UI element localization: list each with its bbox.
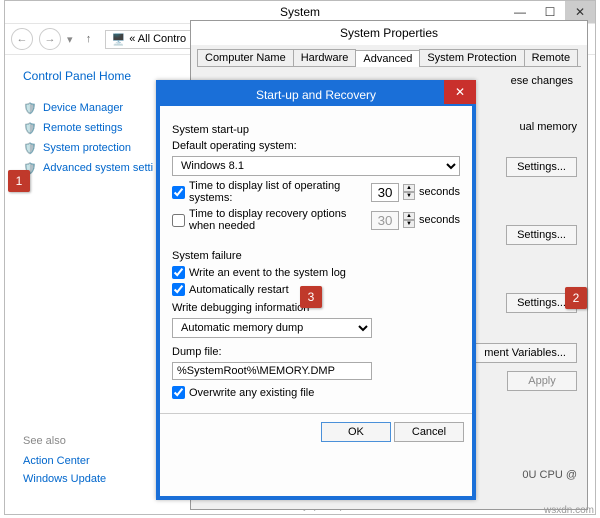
cb-overwrite-label: Overwrite any existing file xyxy=(189,387,314,399)
cancel-button[interactable]: Cancel xyxy=(394,422,464,442)
system-window-title: System xyxy=(280,5,320,19)
spinner[interactable]: ▲▼ xyxy=(403,184,415,200)
close-button[interactable]: ✕ xyxy=(444,80,476,104)
cb-write-event[interactable] xyxy=(172,266,185,279)
see-also-heading: See also xyxy=(23,435,175,447)
sidebar-item-label: System protection xyxy=(43,142,131,154)
system-properties-title: System Properties xyxy=(191,21,587,45)
arrow-left-icon: ← xyxy=(17,33,28,45)
cb-time-list-label: Time to display list of operating system… xyxy=(189,180,371,204)
startup-body: System start-up Default operating system… xyxy=(160,106,472,413)
callout-1: 1 xyxy=(8,170,30,192)
callout-3: 3 xyxy=(300,286,322,308)
watermark: wsxdn.com xyxy=(544,505,594,516)
settings-button-1[interactable]: Settings... xyxy=(506,157,577,177)
ok-button[interactable]: OK xyxy=(321,422,391,442)
see-also-label: Windows Update xyxy=(23,473,106,485)
breadcrumb-text: « All Contro xyxy=(129,33,186,45)
tab-system-protection[interactable]: System Protection xyxy=(419,49,524,66)
forward-button[interactable]: → xyxy=(39,28,61,50)
group-system-failure: System failure xyxy=(172,250,460,262)
cpu-fragment: 0U CPU @ xyxy=(522,469,577,481)
time-recovery-value xyxy=(371,211,399,230)
see-also-windows-update[interactable]: Windows Update xyxy=(23,473,175,485)
cb-time-list[interactable] xyxy=(172,186,185,199)
callout-2: 2 xyxy=(565,287,587,309)
sidebar-item-system-protection[interactable]: 🛡️ System protection xyxy=(23,141,175,155)
tab-hardware[interactable]: Hardware xyxy=(293,49,357,66)
arrow-up-icon: ↑ xyxy=(86,33,92,45)
seconds-label: seconds xyxy=(419,186,460,198)
back-button[interactable]: ← xyxy=(11,28,33,50)
tab-remote[interactable]: Remote xyxy=(524,49,579,66)
shield-icon: 🛡️ xyxy=(23,121,37,135)
shield-icon: 🛡️ xyxy=(23,101,37,115)
sidebar-item-label: Device Manager xyxy=(43,102,123,114)
cb-auto-restart[interactable] xyxy=(172,283,185,296)
sidebar-item-device-manager[interactable]: 🛡️ Device Manager xyxy=(23,101,175,115)
seconds-label: seconds xyxy=(419,214,460,226)
monitor-icon: 🖥️ xyxy=(112,33,126,46)
sidebar-item-label: Advanced system setti xyxy=(43,162,153,174)
cb-overwrite[interactable] xyxy=(172,386,185,399)
tab-computer-name[interactable]: Computer Name xyxy=(197,49,294,66)
chevron-down-icon[interactable]: ▾ xyxy=(67,33,73,46)
dump-file-input[interactable] xyxy=(172,362,372,380)
cb-write-event-label: Write an event to the system log xyxy=(189,267,346,279)
default-os-select[interactable]: Windows 8.1 xyxy=(172,156,460,176)
default-os-label: Default operating system: xyxy=(172,140,460,152)
up-button[interactable]: ↑ xyxy=(79,29,99,49)
close-icon: ✕ xyxy=(455,85,465,99)
cb-time-recovery[interactable] xyxy=(172,214,185,227)
control-panel-home-link[interactable]: Control Panel Home xyxy=(23,69,175,83)
time-list-value[interactable] xyxy=(371,183,399,202)
sidebar-item-label: Remote settings xyxy=(43,122,122,134)
dump-file-label: Dump file: xyxy=(172,346,460,358)
cb-auto-restart-label: Automatically restart xyxy=(189,284,289,296)
see-also-label: Action Center xyxy=(23,455,90,467)
cb-time-recovery-label: Time to display recovery options when ne… xyxy=(189,208,371,232)
arrow-right-icon: → xyxy=(45,33,56,45)
spinner-disabled: ▲▼ xyxy=(403,212,415,228)
apply-button[interactable]: Apply xyxy=(507,371,577,391)
tab-advanced[interactable]: Advanced xyxy=(355,50,420,67)
sidebar-item-remote-settings[interactable]: 🛡️ Remote settings xyxy=(23,121,175,135)
startup-recovery-title: Start-up and Recovery ✕ xyxy=(160,84,472,106)
startup-footer: OK Cancel xyxy=(160,413,472,450)
env-variables-button[interactable]: ment Variables... xyxy=(473,343,577,363)
wdi-select[interactable]: Automatic memory dump xyxy=(172,318,372,338)
tabs: Computer Name Hardware Advanced System P… xyxy=(197,49,581,67)
see-also-action-center[interactable]: Action Center xyxy=(23,455,175,467)
sidebar-item-advanced-system-settings[interactable]: 🛡️ Advanced system setti xyxy=(23,161,175,175)
startup-title-text: Start-up and Recovery xyxy=(256,88,376,102)
group-system-startup: System start-up xyxy=(172,124,460,136)
settings-button-2[interactable]: Settings... xyxy=(506,225,577,245)
shield-icon: 🛡️ xyxy=(23,141,37,155)
